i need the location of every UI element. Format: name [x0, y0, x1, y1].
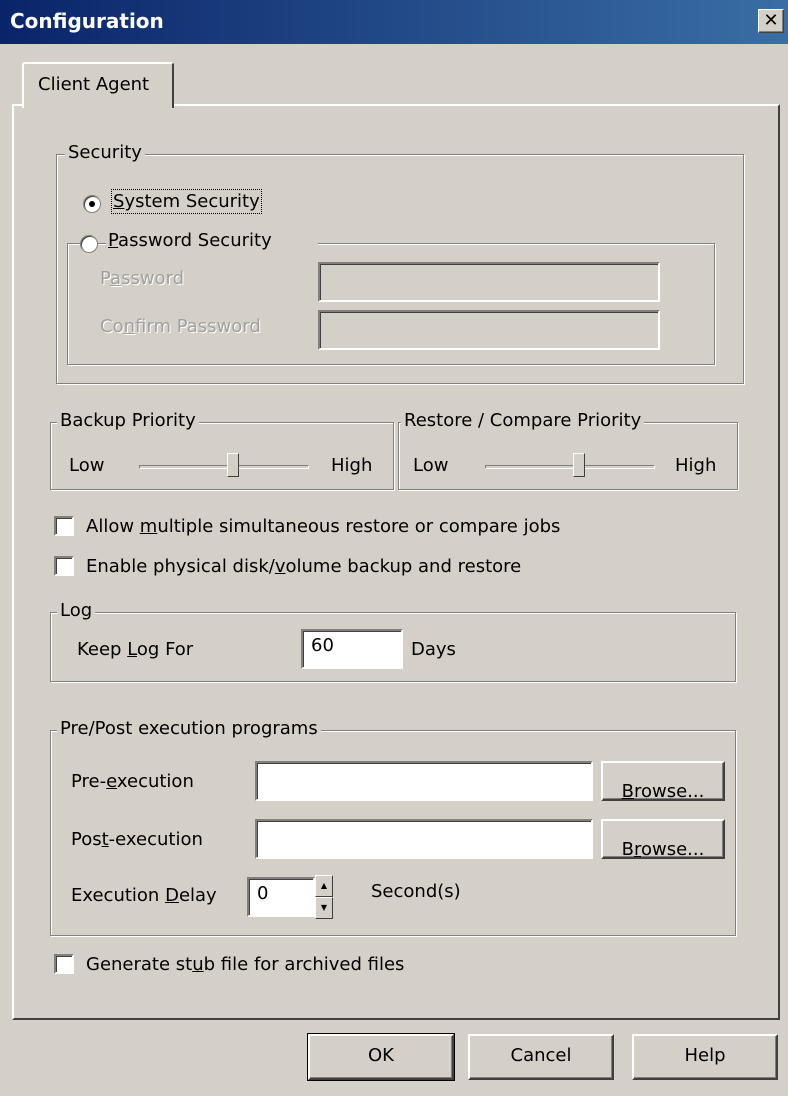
system-security-radio[interactable] — [83, 195, 101, 213]
help-button[interactable]: Help — [632, 1034, 778, 1080]
tab-client-agent[interactable]: Client Agent — [22, 62, 174, 108]
backup-low-label: Low — [69, 455, 105, 476]
stub-file-checkbox[interactable] — [54, 954, 74, 974]
stub-file-label[interactable]: Generate stub file for archived files — [86, 954, 404, 975]
restore-priority-group: Restore / Compare Priority Low High — [398, 410, 738, 490]
backup-priority-legend: Backup Priority — [57, 410, 199, 431]
days-label: Days — [411, 639, 456, 660]
cancel-button[interactable]: Cancel — [468, 1034, 614, 1080]
keep-log-days-input[interactable]: 60 — [301, 629, 403, 669]
log-legend: Log — [57, 600, 96, 621]
ok-button[interactable]: OK — [307, 1033, 455, 1081]
prepost-legend: Pre/Post execution programs — [57, 718, 321, 739]
password-security-group: Password Security Password Confirm Passw… — [67, 230, 715, 365]
backup-priority-track — [139, 465, 309, 469]
configuration-dialog: Configuration ✕ Client Agent Security Sy… — [0, 0, 788, 1096]
backup-high-label: High — [331, 455, 373, 476]
seconds-label: Second(s) — [371, 881, 461, 902]
security-group: Security System Security Password Securi… — [56, 142, 744, 384]
post-execution-label: Post-execution — [71, 829, 203, 850]
security-legend: Security — [65, 142, 145, 163]
password-security-radio[interactable] — [80, 235, 98, 253]
delay-spin-up-button[interactable]: ▲ — [315, 875, 333, 897]
execution-delay-label: Execution Delay — [71, 885, 217, 906]
keep-log-label: Keep Log For — [77, 639, 194, 660]
close-button[interactable]: ✕ — [758, 9, 784, 33]
title-bar[interactable]: Configuration ✕ — [0, 0, 788, 44]
log-group: Log Keep Log For 60 Days — [50, 600, 736, 682]
physical-backup-label[interactable]: Enable physical disk/volume backup and r… — [86, 556, 521, 577]
confirm-password-field[interactable] — [318, 310, 660, 350]
password-field[interactable] — [318, 262, 660, 302]
client-agent-panel: Security System Security Password Securi… — [12, 104, 780, 1020]
multiple-jobs-label[interactable]: Allow multiple simultaneous restore or c… — [86, 516, 560, 537]
delay-spin-down-button[interactable]: ▼ — [315, 897, 333, 919]
pre-execution-input[interactable] — [255, 761, 593, 801]
restore-low-label: Low — [413, 455, 449, 476]
restore-priority-legend: Restore / Compare Priority — [401, 410, 645, 431]
confirm-password-label: Confirm Password — [100, 316, 261, 337]
multiple-jobs-checkbox[interactable] — [54, 516, 74, 536]
restore-high-label: High — [675, 455, 717, 476]
window-title: Configuration — [10, 9, 164, 33]
prepost-group: Pre/Post execution programs Pre-executio… — [50, 718, 736, 936]
restore-priority-slider[interactable] — [572, 453, 585, 477]
physical-backup-checkbox[interactable] — [54, 556, 74, 576]
execution-delay-input[interactable]: 0 — [247, 877, 315, 917]
pre-execution-browse-button[interactable]: Browse... — [601, 761, 725, 802]
password-security-label[interactable]: Password Security — [106, 230, 318, 251]
restore-priority-track — [485, 465, 655, 469]
radio-selected-dot — [89, 201, 95, 207]
backup-priority-group: Backup Priority Low High — [50, 410, 394, 490]
tab-label: Client Agent — [38, 74, 150, 95]
pre-execution-label: Pre-execution — [71, 771, 194, 792]
system-security-label[interactable]: System Security — [111, 189, 262, 214]
post-execution-browse-button[interactable]: Browse... — [601, 819, 725, 860]
backup-priority-slider[interactable] — [226, 453, 239, 477]
post-execution-input[interactable] — [255, 819, 593, 859]
password-label: Password — [100, 268, 185, 289]
